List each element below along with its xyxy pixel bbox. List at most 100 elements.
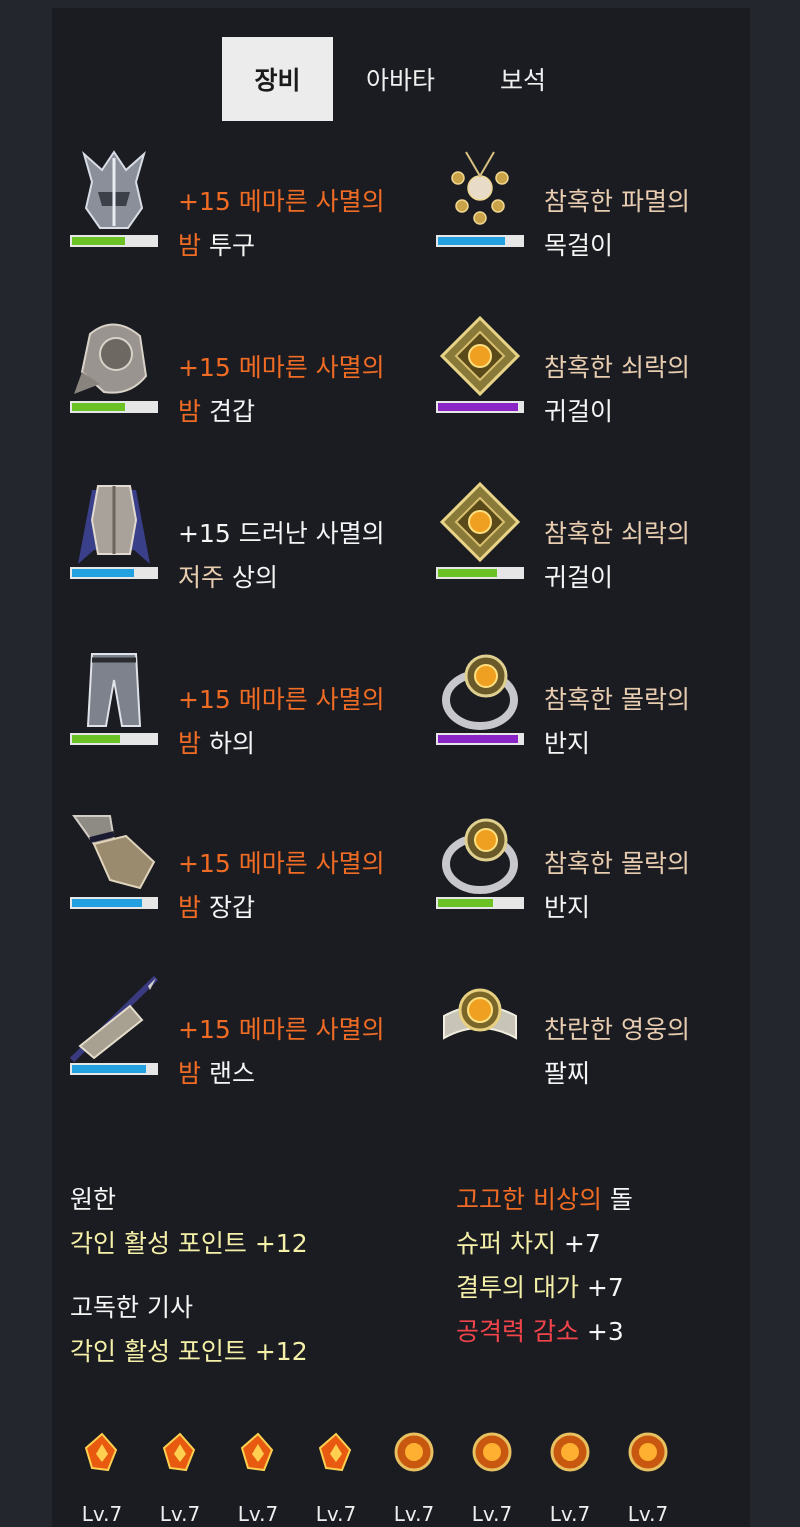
gem-level: Lv.7 [81, 1502, 123, 1526]
item-name-line1: 참혹한 파멸의 [544, 187, 690, 216]
shoulder-icon [70, 314, 158, 402]
gem-slot[interactable]: Lv.7 [156, 1430, 204, 1526]
equip-helmet[interactable]: +15 메마른 사멸의 밤 투구 [70, 148, 410, 268]
stone-value-3: +3 [578, 1317, 624, 1346]
earring-icon [436, 314, 524, 402]
engraving-1: 원한 각인 활성 포인트 +12 [70, 1178, 308, 1266]
quality-bar [70, 567, 158, 579]
quality-fill [72, 1065, 146, 1073]
stone-name: 고고한 비상의 [456, 1185, 602, 1214]
quality-fill [72, 735, 120, 743]
quality-fill [438, 735, 518, 743]
tab-avatar[interactable]: 아바타 [333, 37, 468, 121]
quality-bar [436, 401, 524, 413]
item-name-line1: +15 메마른 사멸의 [178, 1015, 385, 1044]
item-name-line1: 참혹한 쇠락의 [544, 519, 690, 548]
quality-bar [70, 1063, 158, 1075]
engraving-name: 고독한 기사 [70, 1293, 193, 1322]
equip-necklace[interactable]: 참혹한 파멸의 목걸이 [436, 148, 776, 268]
engraving-points: 각인 활성 포인트 +12 [70, 1337, 308, 1366]
bracelet-icon [436, 976, 524, 1064]
gem-level: Lv.7 [471, 1502, 513, 1526]
equip-shoulder[interactable]: +15 메마른 사멸의밤 견갑 [70, 314, 410, 434]
round-gem-icon [548, 1432, 592, 1478]
stone-value-1: +7 [555, 1229, 601, 1258]
equip-earring-2[interactable]: 참혹한 쇠락의귀걸이 [436, 480, 776, 600]
quality-bar [436, 733, 524, 745]
quality-bar [70, 733, 158, 745]
equip-pants[interactable]: +15 메마른 사멸의 밤 하의 [70, 646, 410, 766]
item-name-line2a: 밤 [178, 397, 202, 426]
stone-engraving-2: 결투의 대가 [456, 1273, 579, 1302]
gloves-icon [70, 810, 158, 898]
equip-chest[interactable]: +15 드러난 사멸의저주 상의 [70, 480, 410, 600]
flame-gem-icon [314, 1432, 358, 1478]
lance-icon [69, 975, 159, 1064]
gem-slot[interactable]: Lv.7 [468, 1430, 516, 1526]
item-name-line2a: 밤 [178, 1059, 202, 1088]
gem-level: Lv.7 [627, 1502, 669, 1526]
item-name-line1: +15 메마른 사멸의 [178, 353, 385, 382]
item-name-line2: 귀걸이 [544, 563, 614, 592]
round-gem-icon [392, 1432, 436, 1478]
equip-earring-1[interactable]: 참혹한 쇠락의 귀걸이 [436, 314, 776, 434]
equip-lance[interactable]: +15 메마른 사멸의밤 랜스 [69, 975, 410, 1096]
quality-fill [438, 569, 497, 577]
gem-slot[interactable]: Lv.7 [390, 1430, 438, 1526]
gem-level: Lv.7 [549, 1502, 591, 1526]
item-slot: 투구 [201, 231, 255, 260]
helmet-icon [70, 148, 158, 236]
item-slot: 상의 [224, 563, 278, 592]
item-name-line2a: 저주 [178, 563, 225, 592]
item-name-line1: +15 드러난 사멸의 [178, 519, 385, 548]
item-slot: 랜스 [201, 1059, 255, 1088]
stone-penalty: 공격력 감소 [456, 1317, 579, 1346]
equip-ring-1[interactable]: 참혹한 몰락의반지 [436, 646, 776, 766]
engraving-2: 고독한 기사 각인 활성 포인트 +12 [70, 1286, 308, 1374]
item-slot: 하의 [201, 729, 255, 758]
quality-fill [72, 237, 125, 245]
stone-value-2: +7 [578, 1273, 624, 1302]
item-name-line2: 팔찌 [544, 1059, 591, 1088]
flame-gem-icon [80, 1432, 124, 1478]
item-name-line2a: 밤 [178, 893, 202, 922]
chest-icon [70, 480, 158, 568]
gem-level: Lv.7 [159, 1502, 201, 1526]
item-name-line2: 반지 [544, 729, 591, 758]
equip-bracelet[interactable]: 찬란한 영웅의팔찌 [436, 976, 776, 1096]
earring-icon [436, 480, 524, 568]
quality-fill [438, 237, 506, 245]
gem-slot[interactable]: Lv.7 [546, 1430, 594, 1526]
round-gem-icon [470, 1432, 514, 1478]
flame-gem-icon [158, 1432, 202, 1478]
quality-fill [72, 899, 142, 907]
tab-bar: 장비 아바타 보석 [222, 37, 578, 121]
equip-gloves[interactable]: +15 메마른 사멸의밤 장갑 [70, 810, 410, 930]
item-name-line1: +15 메마른 사멸의 [178, 685, 385, 714]
quality-bar [436, 897, 524, 909]
tab-gems[interactable]: 보석 [468, 37, 578, 121]
gem-slot[interactable]: Lv.7 [312, 1430, 360, 1526]
gem-slot[interactable]: Lv.7 [234, 1430, 282, 1526]
item-name-line1: +15 메마른 사멸의 [178, 849, 385, 878]
quality-bar [70, 897, 158, 909]
quality-fill [72, 403, 125, 411]
item-slot: 견갑 [201, 397, 255, 426]
gem-level: Lv.7 [315, 1502, 357, 1526]
item-name-line1: 찬란한 영웅의 [544, 1015, 690, 1044]
item-name-line1: 참혹한 몰락의 [544, 685, 690, 714]
quality-fill [72, 569, 135, 577]
engraving-name: 원한 [70, 1185, 117, 1214]
item-name-line1: 참혹한 몰락의 [544, 849, 690, 878]
equip-ring-2[interactable]: 참혹한 몰락의 반지 [436, 810, 776, 930]
pants-icon [70, 646, 158, 734]
necklace-icon [436, 148, 524, 236]
item-slot: 장갑 [201, 893, 255, 922]
item-name-line2a: 밤 [178, 231, 202, 260]
ring-icon [436, 810, 524, 898]
gem-slot[interactable]: Lv.7 [78, 1430, 126, 1526]
stone-engraving-1: 슈퍼 차지 [456, 1229, 556, 1258]
tab-equipment[interactable]: 장비 [222, 37, 333, 121]
gem-slot[interactable]: Lv.7 [624, 1430, 672, 1526]
round-gem-icon [626, 1432, 670, 1478]
